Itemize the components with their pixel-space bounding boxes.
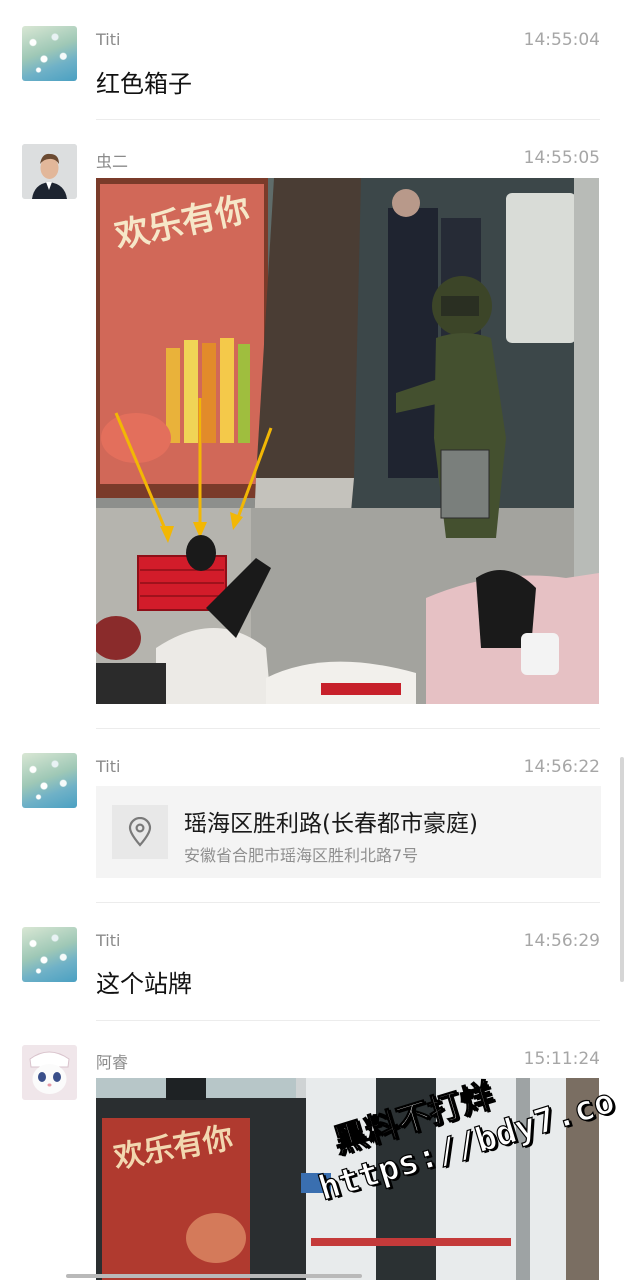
sender-name: 虫二: [96, 152, 129, 171]
message-divider: [96, 902, 600, 903]
message-text[interactable]: 这个站牌: [96, 964, 192, 999]
message-time: 14:56:22: [523, 757, 600, 777]
sender-name: 阿睿: [96, 1053, 129, 1072]
cat-portrait-icon: [22, 1045, 77, 1100]
message-time: 14:55:04: [523, 30, 600, 50]
sender-name: Titi: [96, 757, 121, 776]
message-divider: [96, 728, 600, 729]
sender-name: Titi: [96, 30, 121, 49]
message-time: 14:56:29: [523, 931, 600, 951]
sender-avatar[interactable]: [22, 927, 77, 982]
message-divider: [96, 119, 600, 120]
man-portrait-icon: [22, 144, 77, 199]
sender-avatar[interactable]: [22, 753, 77, 808]
location-address: 安徽省合肥市瑶海区胜利北路7号: [184, 846, 419, 865]
home-indicator[interactable]: [66, 1274, 362, 1278]
sender-name: Titi: [96, 931, 121, 950]
location-card[interactable]: 瑶海区胜利路(长春都市豪庭) 安徽省合肥市瑶海区胜利北路7号: [96, 786, 601, 878]
scrollbar[interactable]: [620, 757, 624, 982]
sender-avatar[interactable]: [22, 1045, 77, 1100]
location-pin-icon: [112, 805, 168, 859]
location-title: 瑶海区胜利路(长春都市豪庭): [184, 811, 478, 837]
message-time: 14:55:05: [523, 148, 600, 168]
message-text[interactable]: 红色箱子: [96, 64, 192, 99]
message-photo[interactable]: 欢乐有你: [96, 178, 599, 704]
sender-avatar[interactable]: [22, 144, 77, 199]
message-divider: [96, 1020, 600, 1021]
sender-avatar[interactable]: [22, 26, 77, 81]
